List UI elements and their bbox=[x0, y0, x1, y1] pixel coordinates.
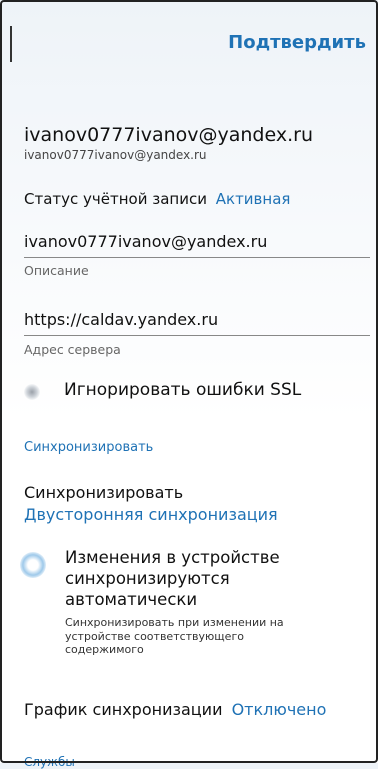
account-status: Статус учётной записи Активная bbox=[24, 190, 368, 208]
account-email-subtitle: ivanov0777ivanov@yandex.ru bbox=[24, 148, 207, 162]
auto-sync-title[interactable]: Изменения в устройстве синхронизируются … bbox=[65, 547, 315, 610]
description-underline bbox=[24, 257, 370, 258]
auto-sync-radio-icon[interactable] bbox=[20, 552, 46, 578]
server-address-field[interactable]: https://caldav.yandex.ru bbox=[24, 310, 368, 329]
account-email-title: ivanov0777ivanov@yandex.ru bbox=[24, 124, 313, 146]
sync-section-header: Синхронизировать bbox=[24, 440, 154, 455]
server-address-underline bbox=[24, 335, 370, 336]
ignore-ssl-label: Игнорировать ошибки SSL bbox=[64, 380, 302, 400]
sync-mode-value[interactable]: Двусторонняя синхронизация bbox=[24, 505, 368, 524]
description-field[interactable]: ivanov0777ivanov@yandex.ru bbox=[24, 232, 368, 251]
sync-schedule-value: Отключено bbox=[231, 700, 327, 719]
auto-sync-subtitle: Синхронизировать при изменении на устрой… bbox=[65, 616, 284, 656]
services-section-header: Службы bbox=[24, 755, 75, 769]
server-address-label: Адрес сервера bbox=[24, 342, 121, 357]
description-label: Описание bbox=[24, 263, 89, 278]
sync-schedule-label: График синхронизации bbox=[24, 700, 223, 719]
sync-mode-label[interactable]: Синхронизировать bbox=[24, 483, 368, 502]
confirm-button[interactable]: Подтвердить bbox=[228, 32, 366, 53]
account-status-label: Статус учётной записи bbox=[24, 190, 207, 208]
sync-schedule[interactable]: График синхронизации Отключено bbox=[24, 700, 368, 719]
text-cursor bbox=[10, 26, 12, 62]
account-status-value: Активная bbox=[215, 190, 291, 208]
checkbox-icon[interactable] bbox=[24, 384, 40, 400]
top-bar: Подтвердить bbox=[0, 0, 378, 86]
